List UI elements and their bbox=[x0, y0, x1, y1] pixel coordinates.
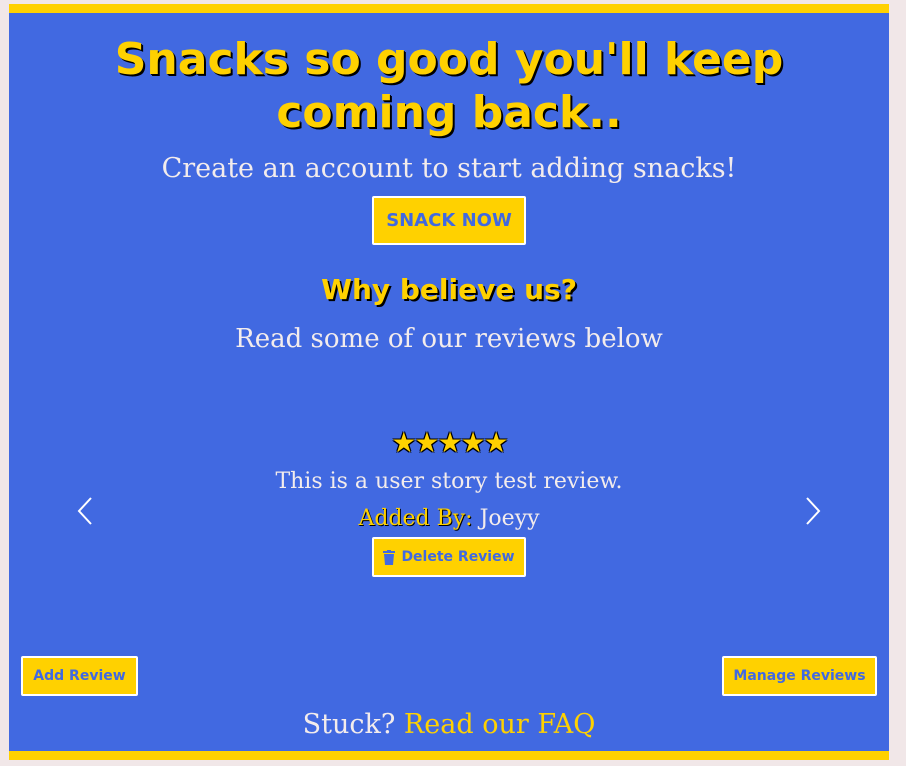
delete-review-button[interactable]: Delete Review bbox=[372, 537, 526, 577]
review-rating-stars: ★★★★★ bbox=[9, 427, 889, 459]
added-by-label: Added By: bbox=[358, 506, 473, 531]
review-author-line: Added By: Joeyy bbox=[9, 505, 889, 533]
reviews-section-title: Why believe us? bbox=[321, 273, 577, 306]
stuck-text: Stuck? bbox=[302, 709, 396, 740]
carousel-next-button[interactable] bbox=[801, 494, 825, 528]
manage-reviews-button[interactable]: Manage Reviews bbox=[722, 656, 877, 696]
snack-now-button[interactable]: SNACK NOW bbox=[372, 196, 526, 245]
trash-icon bbox=[383, 549, 396, 565]
review-author: Joeyy bbox=[479, 506, 540, 531]
delete-review-label: Delete Review bbox=[401, 549, 515, 565]
hero-panel: Snacks so good you'll keep coming back..… bbox=[9, 4, 889, 760]
account-prompt: Create an account to start adding snacks… bbox=[161, 153, 737, 184]
faq-prompt: Stuck? Read our FAQ bbox=[9, 708, 889, 742]
review-text: This is a user story test review. bbox=[275, 469, 623, 494]
add-review-button[interactable]: Add Review bbox=[21, 656, 138, 696]
reviews-intro-text: Read some of our reviews below bbox=[235, 324, 663, 354]
chevron-right-icon bbox=[806, 497, 821, 525]
review-stars: ★★★★★ bbox=[391, 426, 509, 459]
page-headline: Snacks so good you'll keep coming back.. bbox=[114, 34, 784, 138]
faq-link[interactable]: Read our FAQ bbox=[404, 709, 595, 740]
